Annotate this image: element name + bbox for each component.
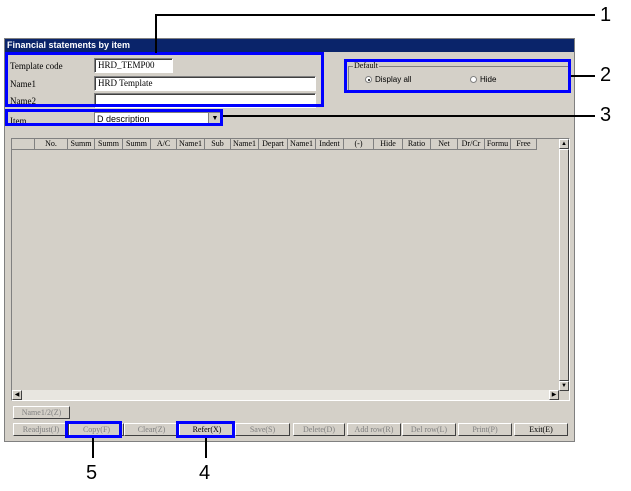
column-header[interactable]: Free (511, 139, 537, 150)
callout-4: 4 (199, 462, 211, 484)
scroll-down-icon[interactable]: ▼ (559, 381, 569, 391)
column-header[interactable]: (-) (344, 139, 374, 150)
name12-button[interactable]: Name1/2(Z) (13, 406, 70, 419)
exit-button[interactable]: Exit(E) (514, 423, 568, 436)
column-header[interactable]: Name1 (231, 139, 259, 150)
highlight-1 (5, 52, 324, 107)
column-header[interactable]: Net (431, 139, 458, 150)
highlight-4 (176, 421, 235, 438)
highlight-2 (344, 59, 571, 93)
horizontal-scrollbar[interactable]: ◀ ▶ (12, 390, 559, 400)
callout-5: 5 (86, 462, 98, 484)
callout-2: 2 (600, 64, 612, 86)
clear-button[interactable]: Clear(Z) (124, 423, 179, 436)
readjust-button[interactable]: Readjust(J) (13, 423, 69, 436)
save-button[interactable]: Save(S) (235, 423, 290, 436)
column-header[interactable]: Sub (205, 139, 231, 150)
add-row-button[interactable]: Add row(R) (347, 423, 401, 436)
column-header[interactable]: Ratio (403, 139, 431, 150)
callout-line-4 (205, 438, 207, 458)
print-button[interactable]: Print(P) (458, 423, 512, 436)
delete-button[interactable]: Delete(D) (293, 423, 345, 436)
column-header[interactable]: Name1 (177, 139, 205, 150)
column-header[interactable]: Summ (68, 139, 95, 150)
highlight-5 (65, 421, 122, 438)
grid-header: No. Summ Summ Summ A/C Name1 Sub Name1 Depart Nam… (12, 139, 537, 150)
callout-3: 3 (600, 104, 612, 126)
column-header[interactable]: Summ (123, 139, 151, 150)
callout-line-5 (92, 438, 94, 458)
items-grid[interactable]: No. Summ Summ Summ A/C Name1 Sub Name1 Depart Nam… (11, 138, 570, 401)
callout-line-1-h (155, 14, 595, 16)
callout-line-3 (223, 115, 595, 117)
column-header[interactable]: Summ (95, 139, 123, 150)
column-header[interactable]: Depart (259, 139, 288, 150)
column-header[interactable]: Name1 (288, 139, 316, 150)
column-header[interactable]: Dr/Cr (458, 139, 485, 150)
column-header[interactable]: Indent (316, 139, 344, 150)
highlight-3 (5, 109, 223, 126)
del-row-button[interactable]: Del row(L) (402, 423, 456, 436)
window-title: Financial statements by item (5, 39, 574, 52)
scroll-right-icon[interactable]: ▶ (549, 390, 559, 400)
column-header[interactable]: Hide (374, 139, 403, 150)
scroll-thumb[interactable] (559, 149, 569, 381)
scroll-up-icon[interactable]: ▲ (559, 139, 569, 149)
vertical-scrollbar[interactable]: ▲ ▼ (558, 139, 569, 391)
callout-line-1-v (155, 14, 157, 53)
column-header[interactable]: No. (35, 139, 68, 150)
scroll-left-icon[interactable]: ◀ (12, 390, 22, 400)
column-header[interactable]: Formu (485, 139, 511, 150)
callout-1: 1 (600, 4, 612, 26)
callout-line-2 (571, 75, 595, 77)
column-header[interactable] (12, 139, 35, 150)
column-header[interactable]: A/C (151, 139, 177, 150)
